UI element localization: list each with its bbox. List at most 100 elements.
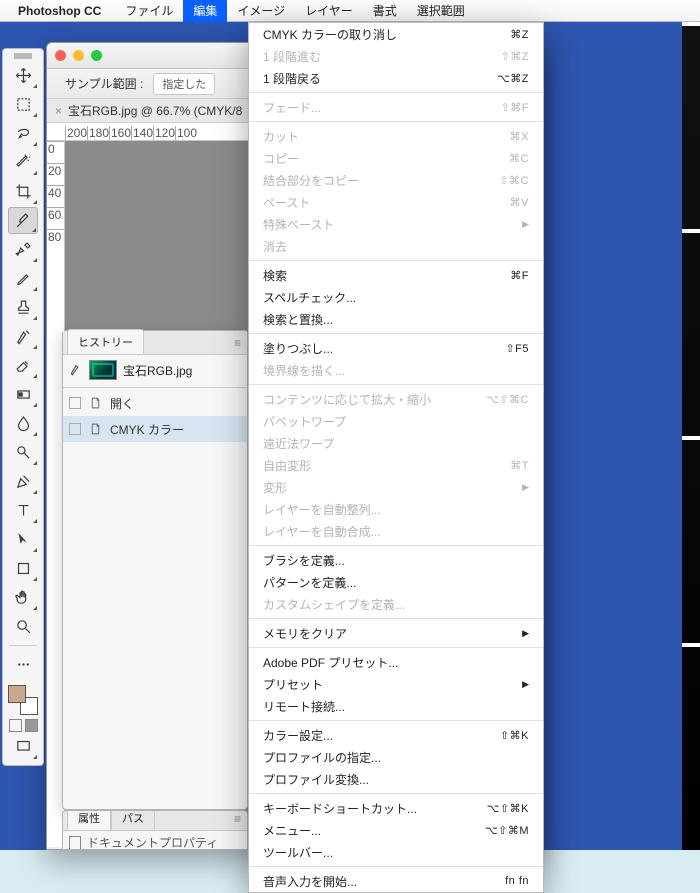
- tab-close-icon[interactable]: ×: [55, 104, 62, 118]
- menu-separator: [249, 793, 543, 794]
- lasso-tool-icon[interactable]: [8, 120, 38, 147]
- menu-item[interactable]: 検索と置換...: [249, 308, 543, 330]
- submenu-arrow-icon: ▶: [522, 219, 529, 230]
- menu-type[interactable]: 書式: [363, 0, 407, 22]
- magic-wand-tool-icon[interactable]: [8, 149, 38, 176]
- history-brush-tool-icon[interactable]: [8, 323, 38, 350]
- move-tool-icon[interactable]: [8, 62, 38, 89]
- sample-dropdown[interactable]: 指定した: [153, 73, 215, 95]
- menu-item[interactable]: パターンを定義...: [249, 571, 543, 593]
- document-icon: [89, 422, 102, 436]
- menu-item-label: 塗りつぶし...: [263, 340, 333, 357]
- menu-item[interactable]: 検索⌘F: [249, 264, 543, 286]
- history-step-row[interactable]: CMYK カラー: [63, 416, 247, 442]
- app-name[interactable]: Photoshop CC: [18, 4, 101, 18]
- ruler-tick: 140: [131, 126, 153, 140]
- menu-item-label: レイヤーを自動合成...: [263, 523, 381, 540]
- menu-edit[interactable]: 編集: [183, 0, 227, 22]
- menu-item-label: 音声入力を開始...: [263, 873, 357, 890]
- menu-item[interactable]: 1 段階戻る⌥⌘Z: [249, 67, 543, 89]
- menu-item-shortcut: ⇧⌘F: [501, 101, 529, 114]
- path-select-tool-icon[interactable]: [8, 526, 38, 553]
- foreground-color-swatch[interactable]: [8, 685, 26, 703]
- menu-item[interactable]: カラー設定...⇧⌘K: [249, 724, 543, 746]
- menu-item: 自由変形⌘T: [249, 454, 543, 476]
- zoom-icon[interactable]: [91, 50, 102, 61]
- menu-item-label: カット: [263, 128, 299, 145]
- menu-item[interactable]: 音声入力を開始...fn fn: [249, 870, 543, 892]
- menu-file[interactable]: ファイル: [115, 0, 183, 22]
- menu-item[interactable]: プロファイルの指定...: [249, 746, 543, 768]
- menu-item[interactable]: CMYK カラーの取り消し⌘Z: [249, 23, 543, 45]
- menu-item-shortcut: ⌘X: [510, 130, 529, 143]
- pen-tool-icon[interactable]: [8, 468, 38, 495]
- menu-item-shortcut: ⌥⇧⌘M: [485, 824, 529, 837]
- minimize-icon[interactable]: [73, 50, 84, 61]
- crop-tool-icon[interactable]: [8, 178, 38, 205]
- screen-mode-icon[interactable]: [8, 733, 38, 760]
- history-step-row[interactable]: 開く: [63, 390, 247, 416]
- stamp-tool-icon[interactable]: [8, 294, 38, 321]
- history-source-checkbox[interactable]: [69, 423, 81, 435]
- quick-mask-toggle[interactable]: [9, 719, 38, 732]
- brush-tool-icon[interactable]: [8, 265, 38, 292]
- panel-menu-icon[interactable]: ≡: [228, 332, 247, 354]
- history-brush-source-icon[interactable]: [69, 362, 83, 379]
- document-icon: [69, 836, 81, 850]
- menu-select[interactable]: 選択範囲: [407, 0, 475, 22]
- props-tab-attributes[interactable]: 属性: [67, 810, 111, 830]
- ruler-tick: 60: [47, 207, 64, 229]
- menu-item-label: メニュー...: [263, 822, 321, 839]
- menu-item[interactable]: メニュー... ⌥⇧⌘M: [249, 819, 543, 841]
- document-tab-label[interactable]: 宝石RGB.jpg @ 66.7% (CMYK/8: [68, 102, 242, 119]
- right-image-sliver: [682, 22, 700, 850]
- ruler-tick: 200: [65, 126, 87, 140]
- menu-item[interactable]: スペルチェック...: [249, 286, 543, 308]
- menu-item[interactable]: Adobe PDF プリセット...: [249, 651, 543, 673]
- menu-item[interactable]: プロファイル変換...: [249, 768, 543, 790]
- props-tab-paths[interactable]: パス: [111, 810, 155, 830]
- hand-tool-icon[interactable]: [8, 584, 38, 611]
- ruler-tick: 100: [175, 126, 197, 140]
- menu-item[interactable]: ブラシを定義...: [249, 549, 543, 571]
- type-tool-icon[interactable]: [8, 497, 38, 524]
- dodge-tool-icon[interactable]: [8, 439, 38, 466]
- menu-item[interactable]: 塗りつぶし...⇧F5: [249, 337, 543, 359]
- menu-item[interactable]: キーボードショートカット...⌥⇧⌘K: [249, 797, 543, 819]
- close-icon[interactable]: [55, 50, 66, 61]
- healing-brush-tool-icon[interactable]: [8, 236, 38, 263]
- eyedropper-tool-icon[interactable]: [8, 207, 38, 234]
- menu-image[interactable]: イメージ: [227, 0, 295, 22]
- edit-toolbar-icon[interactable]: [8, 651, 38, 678]
- menu-separator: [249, 545, 543, 546]
- menu-item[interactable]: ツールバー...: [249, 841, 543, 863]
- menu-item-label: 結合部分をコピー: [263, 172, 359, 189]
- menu-item: レイヤーを自動整列...: [249, 498, 543, 520]
- menu-item-shortcut: ⌥⇧⌘C: [486, 393, 529, 406]
- menu-item-label: プロファイルの指定...: [263, 749, 381, 766]
- menu-item: パペットワープ: [249, 410, 543, 432]
- menu-separator: [249, 866, 543, 867]
- shape-tool-icon[interactable]: [8, 555, 38, 582]
- panel-grip[interactable]: [3, 53, 43, 61]
- eraser-tool-icon[interactable]: [8, 352, 38, 379]
- menu-item: ペースト⌘V: [249, 191, 543, 213]
- menu-item[interactable]: プリセット▶: [249, 673, 543, 695]
- menu-item[interactable]: リモート接続...: [249, 695, 543, 717]
- menu-item-shortcut: ⌘F: [510, 269, 529, 282]
- menu-item[interactable]: メモリをクリア▶: [249, 622, 543, 644]
- menu-item: カスタムシェイプを定義...: [249, 593, 543, 615]
- zoom-tool-icon[interactable]: [8, 613, 38, 640]
- history-snapshot-row[interactable]: 宝石RGB.jpg: [63, 355, 247, 385]
- menu-layer[interactable]: レイヤー: [295, 0, 363, 22]
- marquee-tool-icon[interactable]: [8, 91, 38, 118]
- panel-menu-icon[interactable]: ≡: [228, 810, 247, 830]
- history-tab[interactable]: ヒストリー: [67, 329, 144, 354]
- menu-separator: [249, 260, 543, 261]
- color-swatches[interactable]: [8, 685, 38, 715]
- history-source-checkbox[interactable]: [69, 397, 81, 409]
- toolbox: [2, 48, 44, 766]
- blur-tool-icon[interactable]: [8, 410, 38, 437]
- menu-item-shortcut: ⌘V: [510, 196, 529, 209]
- gradient-tool-icon[interactable]: [8, 381, 38, 408]
